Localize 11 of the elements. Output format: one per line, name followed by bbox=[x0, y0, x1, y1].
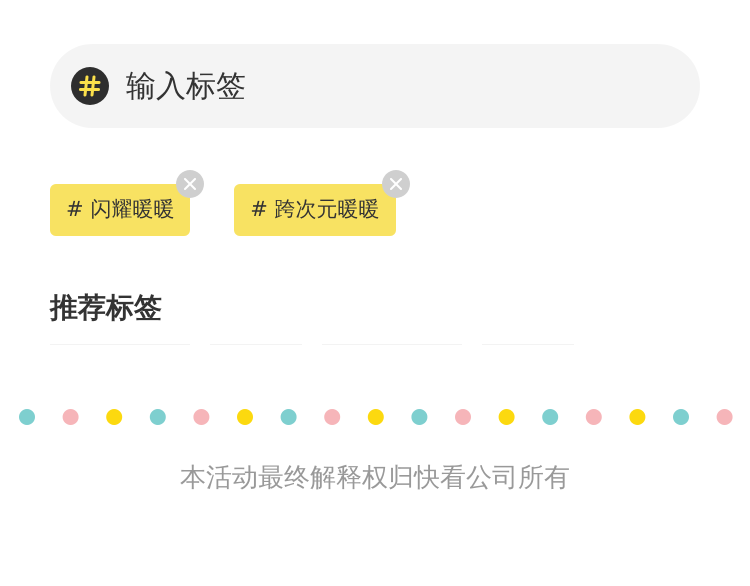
hashtag-icon bbox=[71, 67, 109, 105]
close-icon bbox=[390, 178, 402, 190]
search-field[interactable]: 输入标签 bbox=[50, 44, 700, 128]
close-button[interactable] bbox=[382, 170, 410, 198]
close-icon bbox=[184, 178, 196, 190]
section-title: 推荐标签 bbox=[50, 290, 162, 326]
footer-text: 本活动最终解释权归快看公司所有 bbox=[180, 462, 570, 495]
tag-chip[interactable]: # 闪耀暖暖 bbox=[50, 184, 190, 236]
tag-chip[interactable]: # 跨次元暖暖 bbox=[234, 184, 396, 236]
tag-input[interactable]: 输入标签 bbox=[126, 64, 646, 108]
close-button[interactable] bbox=[176, 170, 204, 198]
